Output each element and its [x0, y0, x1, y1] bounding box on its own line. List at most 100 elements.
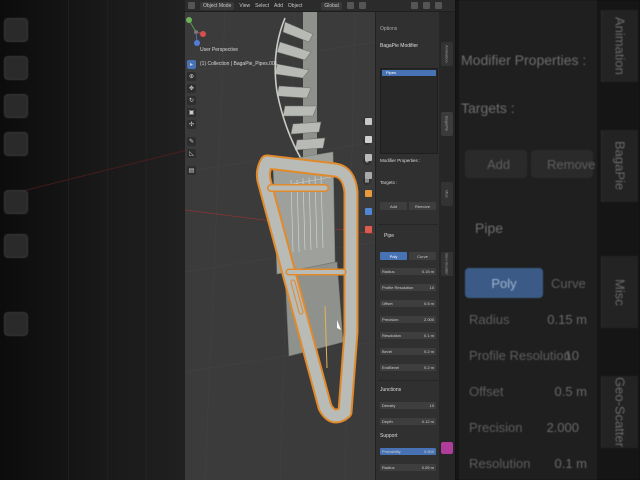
- bg-targets: Targets :: [461, 100, 515, 116]
- bg-tool-icon: [4, 312, 28, 336]
- bg-field-label: Resolution: [469, 456, 531, 471]
- junctions-section-title: Junctions: [380, 387, 402, 393]
- density-field[interactable]: Density 10: [380, 402, 436, 409]
- bg-poly-button: Poly: [465, 268, 543, 298]
- bg-pipe-section: Pipe: [475, 220, 504, 236]
- tool-tab-icon[interactable]: [365, 118, 372, 125]
- blurred-background-left: [0, 0, 185, 480]
- field-value: 0.1 m: [423, 333, 434, 338]
- list-item[interactable]: Pipes: [382, 70, 436, 76]
- bevel-field[interactable]: Bevel 0.2 m: [380, 348, 436, 355]
- bg-tool-icon: [4, 234, 28, 258]
- field-value: 10: [429, 285, 434, 290]
- bg-field-value: 0.1 m: [554, 456, 587, 471]
- add-button[interactable]: Add: [380, 202, 407, 210]
- support-radius-field[interactable]: Radius 0.05 m: [380, 464, 436, 471]
- offset-field[interactable]: Offset 0.5 m: [380, 300, 436, 307]
- field-value: 0.500: [423, 449, 434, 454]
- side-tab[interactable]: BagaPie: [441, 112, 453, 136]
- navigation-gizmo[interactable]: [185, 12, 207, 52]
- poly-button[interactable]: Poly: [380, 252, 407, 260]
- output-tab-icon[interactable]: [365, 154, 372, 161]
- field-label: Resolution: [382, 333, 401, 338]
- blurred-background-right: Modifier Properties : Targets : Add Remo…: [455, 0, 640, 480]
- options-label[interactable]: Options: [380, 26, 397, 32]
- side-tab[interactable]: Geo-Scatter: [441, 252, 453, 276]
- field-label: Offset: [382, 301, 393, 306]
- field-label: Density: [382, 403, 396, 408]
- remove-button[interactable]: Remove: [409, 202, 436, 210]
- profile-resolution-field[interactable]: Profile Resolution 10: [380, 284, 436, 291]
- field-value: 0.12 m: [421, 419, 434, 424]
- depth-field[interactable]: Depth 0.12 m: [380, 418, 436, 425]
- field-value: 0.2 m: [423, 365, 434, 370]
- pipe-type-toggle: Poly Curve: [380, 252, 436, 260]
- bg-remove: Remove: [547, 157, 596, 172]
- menu-select[interactable]: Select: [255, 3, 269, 9]
- editor-type-icon[interactable]: [188, 2, 195, 9]
- field-value: 0.5 m: [423, 301, 434, 306]
- field-value: 0.15 m: [421, 269, 434, 274]
- background-grid: [30, 0, 185, 480]
- shading-icon[interactable]: [434, 2, 442, 9]
- modifier-properties-label: Modifier Properties :: [380, 158, 421, 163]
- field-label: Bevel: [382, 349, 393, 354]
- field-label: Profile Resolution: [382, 285, 414, 290]
- scale-tool-icon[interactable]: ▣: [187, 108, 196, 117]
- radius-field[interactable]: Radius 0.15 m: [380, 268, 436, 275]
- overlay-icon[interactable]: [410, 2, 418, 9]
- select-tool-icon[interactable]: ▸: [187, 60, 196, 69]
- bg-field-value: 10: [564, 348, 579, 363]
- side-tab[interactable]: Animation: [441, 42, 453, 66]
- measure-tool-icon[interactable]: ◺: [187, 149, 196, 158]
- header-bar: Object Mode View Select Add Object Globa…: [185, 0, 455, 12]
- transform-tool-icon[interactable]: ✣: [187, 120, 196, 129]
- probability-field[interactable]: Probability 0.500: [380, 448, 436, 455]
- modifier-tab-icon[interactable]: [365, 208, 372, 215]
- bg-side-tab: Misc: [601, 256, 638, 328]
- add-cube-tool-icon[interactable]: ▤: [187, 166, 196, 175]
- proportional-icon[interactable]: [358, 2, 366, 9]
- orientation-dropdown[interactable]: Global: [321, 1, 342, 10]
- shading-icon[interactable]: [422, 2, 430, 9]
- snap-icon[interactable]: [346, 2, 354, 9]
- targets-label: Targets :: [380, 180, 398, 185]
- modifier-list[interactable]: Pipes: [380, 68, 438, 154]
- bg-side-tab: Animation: [601, 10, 638, 82]
- bg-field-value: 0.15 m: [547, 312, 587, 327]
- rotate-tool-icon[interactable]: ↻: [187, 96, 196, 105]
- field-label: Radius: [382, 269, 395, 274]
- bg-side-tab: BagaPie: [601, 130, 638, 202]
- menu-object[interactable]: Object: [288, 3, 302, 9]
- collection-label: (1) Collection | BagaPie_Pipes.001: [200, 61, 278, 67]
- annotate-tool-icon[interactable]: ✎: [187, 137, 196, 146]
- view-layer-tab-icon[interactable]: [365, 172, 372, 179]
- mode-dropdown[interactable]: Object Mode: [200, 1, 235, 10]
- bg-field-value: 2.000: [546, 420, 579, 435]
- menu-add[interactable]: Add: [274, 3, 283, 9]
- particles-tab-icon[interactable]: [365, 226, 372, 233]
- support-section-title: Support: [380, 433, 398, 439]
- spiral-staircase: [274, 12, 326, 163]
- bg-poly-label: Poly: [491, 275, 517, 291]
- resolution-field[interactable]: Resolution 0.1 m: [380, 332, 436, 339]
- bg-field-value: 0.5 m: [554, 384, 587, 399]
- target-buttons: Add Remove: [380, 202, 436, 210]
- cursor-tool-icon[interactable]: ⊕: [187, 72, 196, 81]
- curve-button[interactable]: Curve: [409, 252, 436, 260]
- blender-window: Object Mode View Select Add Object Globa…: [185, 0, 455, 480]
- field-label: Probability: [382, 449, 401, 454]
- field-value: 2.000: [423, 317, 434, 322]
- field-value: 0.2 m: [423, 349, 434, 354]
- endbevel-field[interactable]: EndBevel 0.2 m: [380, 364, 436, 371]
- divider: [378, 380, 438, 381]
- precision-field[interactable]: Precision 2.000: [380, 316, 436, 323]
- object-tab-icon[interactable]: [365, 190, 372, 197]
- menu-view[interactable]: View: [239, 3, 250, 9]
- render-tab-icon[interactable]: [365, 136, 372, 143]
- bg-modifier-properties: Modifier Properties :: [461, 52, 587, 68]
- 3d-viewport[interactable]: User Perspective (1) Collection | BagaPi…: [185, 12, 375, 480]
- bg-add: Add: [487, 157, 511, 172]
- move-tool-icon[interactable]: ✥: [187, 84, 196, 93]
- side-tab[interactable]: Misc: [441, 182, 453, 206]
